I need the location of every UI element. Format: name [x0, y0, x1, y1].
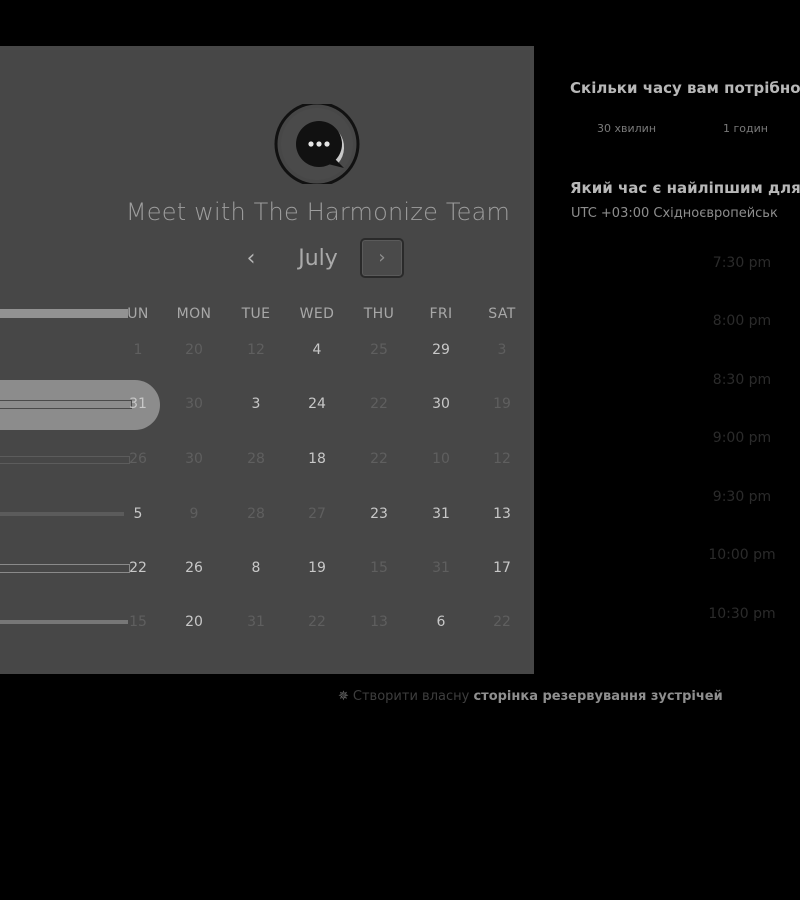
date-cell[interactable]: 18	[292, 451, 342, 467]
date-cell[interactable]: 12	[231, 342, 281, 358]
date-cell[interactable]: 15	[354, 560, 404, 576]
date-cell[interactable]: 22	[354, 396, 404, 412]
date-cell[interactable]: 28	[231, 451, 281, 467]
date-cell[interactable]: 10	[416, 451, 466, 467]
date-cell[interactable]: 28	[231, 506, 281, 522]
date-cell[interactable]: 4	[292, 342, 342, 358]
date-cell[interactable]: 23	[354, 506, 404, 522]
time-slot[interactable]: 8:00 pm	[682, 313, 800, 329]
date-cell[interactable]: 5	[113, 506, 163, 522]
weekday-label: SAT	[488, 306, 516, 322]
footer-prefix: Створити власну	[352, 689, 470, 704]
calendar-panel: Meet with The Harmonize Team ‹ July › UN…	[0, 46, 534, 674]
date-cell[interactable]: 25	[354, 342, 404, 358]
date-cell[interactable]: 31	[416, 506, 466, 522]
date-cell[interactable]: 9	[169, 506, 219, 522]
date-cell[interactable]: 20	[169, 342, 219, 358]
page-title: Meet with The Harmonize Team	[125, 198, 511, 226]
date-cell[interactable]: 1	[113, 342, 163, 358]
month-label: July	[298, 246, 338, 271]
chat-bubble-logo-icon	[274, 104, 360, 184]
weekday-label: UN	[127, 306, 149, 322]
date-cell[interactable]: 17	[477, 560, 527, 576]
date-cell[interactable]: 6	[416, 614, 466, 630]
date-cell[interactable]: 19	[477, 396, 527, 412]
time-slot[interactable]: 10:00 pm	[682, 547, 800, 563]
date-cell[interactable]: 8	[231, 560, 281, 576]
date-cell[interactable]: 22	[354, 451, 404, 467]
date-cell[interactable]: 31	[113, 396, 163, 412]
weekday-label: THU	[363, 306, 395, 322]
weekday-label: WED	[299, 306, 335, 322]
time-slot[interactable]: 7:30 pm	[682, 255, 800, 271]
date-cell[interactable]: 22	[477, 614, 527, 630]
time-slot[interactable]: 10:30 pm	[682, 606, 800, 622]
date-cell[interactable]: 24	[292, 396, 342, 412]
decorative-bar	[0, 620, 128, 624]
date-cell[interactable]: 26	[169, 560, 219, 576]
duration-option-30min[interactable]: 30 хвилин	[597, 122, 656, 135]
next-month-button[interactable]: ›	[360, 238, 404, 278]
duration-option-1h[interactable]: 1 годин	[723, 122, 768, 135]
timezone-label[interactable]: UTC +03:00 Східноєвропейськ	[571, 206, 778, 221]
date-cell[interactable]: 3	[231, 396, 281, 412]
decorative-bar	[0, 512, 124, 516]
time-slot[interactable]: 9:30 pm	[682, 489, 800, 505]
weekday-label: MON	[176, 306, 212, 322]
date-cell[interactable]: 12	[477, 451, 527, 467]
date-cell[interactable]: 13	[477, 506, 527, 522]
footer-promo[interactable]: ✵ Створити власну сторінка резервування з…	[338, 689, 723, 704]
date-cell[interactable]: 29	[416, 342, 466, 358]
date-cell[interactable]: 31	[416, 560, 466, 576]
date-cell[interactable]: 31	[231, 614, 281, 630]
time-slot[interactable]: 9:00 pm	[682, 430, 800, 446]
prev-month-button[interactable]: ‹	[236, 244, 266, 274]
date-cell[interactable]: 26	[113, 451, 163, 467]
date-cell[interactable]: 19	[292, 560, 342, 576]
decorative-bar	[0, 456, 130, 464]
decorative-bar	[0, 564, 130, 573]
date-cell[interactable]: 13	[354, 614, 404, 630]
date-cell[interactable]: 3	[477, 342, 527, 358]
date-cell[interactable]: 27	[292, 506, 342, 522]
sprocket-icon: ✵	[338, 689, 349, 704]
weekday-label: TUE	[241, 306, 271, 322]
date-cell[interactable]: 15	[113, 614, 163, 630]
duration-question: Скільки часу вам потрібно	[570, 79, 800, 97]
date-cell[interactable]: 30	[416, 396, 466, 412]
date-cell[interactable]: 22	[292, 614, 342, 630]
date-cell[interactable]: 20	[169, 614, 219, 630]
date-cell[interactable]: 22	[113, 560, 163, 576]
date-cell[interactable]: 30	[169, 451, 219, 467]
time-slot[interactable]: 8:30 pm	[682, 372, 800, 388]
footer-link[interactable]: сторінка резервування зустрічей	[473, 689, 722, 704]
time-question: Який час є найліпшим для	[570, 179, 800, 197]
date-cell[interactable]: 30	[169, 396, 219, 412]
weekday-label: FRI	[429, 306, 453, 322]
